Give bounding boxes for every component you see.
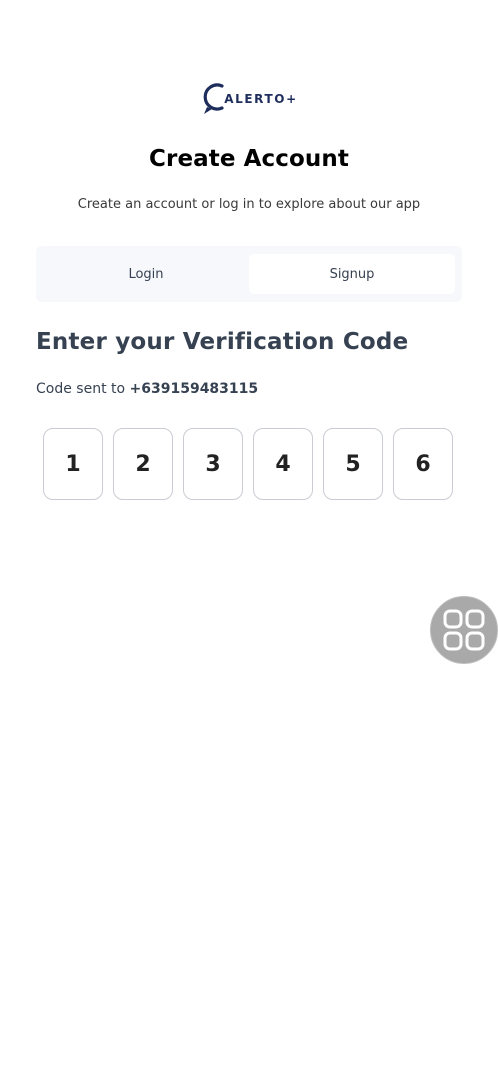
auth-tabs: Login Signup xyxy=(36,246,462,302)
code-sent-prefix: Code sent to xyxy=(36,381,130,397)
otp-digit-5[interactable]: 5 xyxy=(323,428,383,500)
otp-input-group: 1 2 3 4 5 6 xyxy=(43,428,453,500)
otp-digit-3[interactable]: 3 xyxy=(183,428,243,500)
page-title: Create Account xyxy=(149,146,349,172)
otp-digit-4[interactable]: 4 xyxy=(253,428,313,500)
logo-wrapper: ALERTO+ xyxy=(200,80,297,116)
verification-heading: Enter your Verification Code xyxy=(36,329,409,355)
logo-text: ALERTO+ xyxy=(224,91,298,106)
tab-signup[interactable]: Signup xyxy=(249,254,455,294)
code-sent-text: Code sent to +639159483115 xyxy=(36,381,258,397)
app-logo: ALERTO+ xyxy=(0,80,498,116)
grid-icon xyxy=(443,609,485,651)
verification-screen: ALERTO+ Create Account Create an account… xyxy=(0,0,498,1080)
assistive-touch-button[interactable] xyxy=(430,596,498,664)
otp-digit-2[interactable]: 2 xyxy=(113,428,173,500)
page-subtitle: Create an account or log in to explore a… xyxy=(77,197,421,212)
otp-digit-1[interactable]: 1 xyxy=(43,428,103,500)
tab-login[interactable]: Login xyxy=(43,254,249,294)
otp-digit-6[interactable]: 6 xyxy=(393,428,453,500)
phone-number: +639159483115 xyxy=(129,381,259,397)
